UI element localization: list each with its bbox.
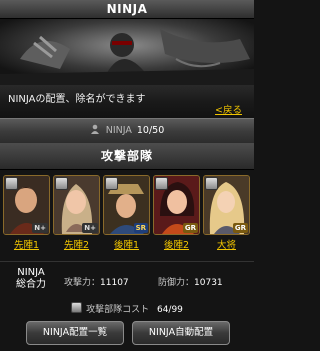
squad-card-vanguard-2[interactable]: N+ [53,175,100,235]
card-label-rear-2[interactable]: 後陣2 [154,237,199,251]
page-title: NINJA [0,0,254,19]
attack-value: 11107 [100,278,129,288]
ninja-count-label: NINJA [105,125,132,136]
rarity-badge: SR [133,223,148,233]
back-link[interactable]: <戻る [215,102,242,116]
rarity-badge: GR [232,223,248,233]
ninja-placement-list-button[interactable]: NINJA配置一覧 [26,321,124,345]
ninja-silhouette-icon [90,124,99,134]
rarity-badge: N+ [82,223,98,233]
defense-label: 防御力： [158,278,195,288]
total-power-title: NINJA 総合力 [8,267,54,291]
defense-stat: 防御力：10731 [158,275,223,288]
attack-squad-header: 攻撃部隊 [0,143,254,170]
squad-card-row: N+ 先陣1 N+ 先陣2 SR 後陣1 GR 後陣2 GR 大将 [0,170,254,260]
card-label-vanguard-2[interactable]: 先陣2 [54,237,99,251]
ninja-auto-placement-button[interactable]: NINJA自動配置 [132,321,230,345]
info-message: NINJAの配置、除名ができます [8,94,146,105]
squad-cost-label: 攻撃部隊コスト [86,305,150,315]
ninja-banner-art [0,19,254,85]
edit-icon [55,177,68,190]
defense-value: 10731 [194,278,223,288]
edit-icon [5,177,18,190]
card-label-general[interactable]: 大将 [204,237,249,251]
info-panel: NINJAの配置、除名ができます <戻る [0,85,254,118]
squad-cost-value: 64/99 [156,305,183,315]
edit-icon [105,177,118,190]
squad-card-general[interactable]: GR [203,175,250,235]
squad-cost-row: 攻撃部隊コスト 64/99 [0,302,254,315]
card-label-vanguard-1[interactable]: 先陣1 [4,237,49,251]
squad-card-rear-2[interactable]: GR [153,175,200,235]
rarity-badge: GR [182,223,198,233]
edit-icon [71,302,83,313]
rarity-badge: N+ [32,223,48,233]
ninja-count-value: 10/50 [136,125,165,136]
squad-card-rear-1[interactable]: SR [103,175,150,235]
banner-image [0,19,254,85]
edit-icon [155,177,168,190]
edit-icon [205,177,218,190]
ninja-count-bar: NINJA 10/50 [0,118,254,144]
attack-label: 攻撃力： [64,278,101,288]
total-power-title-line2: 総合力 [16,279,46,290]
squad-card-vanguard-1[interactable]: N+ [3,175,50,235]
total-power-title-line1: NINJA [17,267,45,278]
total-power-panel: NINJA 総合力 攻撃力：11107 防御力：10731 [0,261,254,300]
attack-stat: 攻撃力：11107 [64,275,129,288]
card-label-rear-1[interactable]: 後陣1 [104,237,149,251]
